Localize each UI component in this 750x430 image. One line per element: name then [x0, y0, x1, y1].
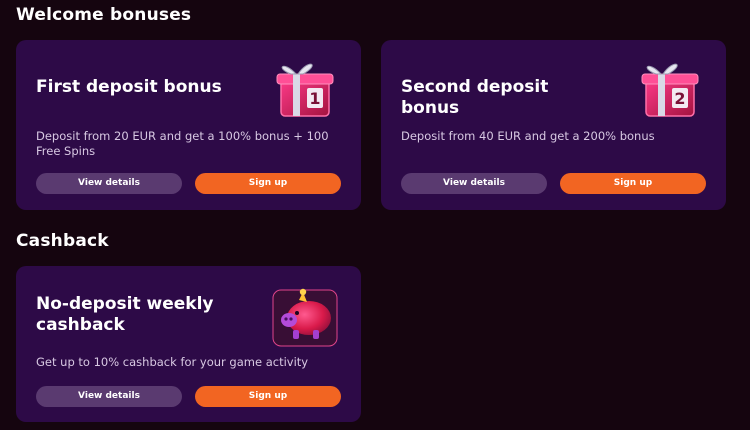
sign-up-button[interactable]: Sign up — [195, 173, 341, 194]
card-title: No-deposit weekly cashback — [36, 294, 214, 335]
card-description: Get up to 10% cashback for your game act… — [36, 355, 309, 369]
second-deposit-bonus-card: Second deposit bonus 2 Deposit from 40 E… — [381, 40, 726, 210]
bonuses-page: Welcome bonuses First deposit bonus 1 De… — [0, 0, 750, 430]
piggy-bank-icon — [269, 284, 341, 350]
svg-text:1: 1 — [309, 89, 320, 108]
gift-box-2-icon: 2 — [634, 56, 706, 122]
welcome-bonuses-heading: Welcome bonuses — [16, 5, 192, 25]
first-deposit-bonus-card: First deposit bonus 1 Deposit from 20 EU… — [16, 40, 361, 210]
card-title: First deposit bonus — [36, 77, 222, 97]
card-description: Deposit from 20 EUR and get a 100% bonus… — [36, 129, 329, 158]
card-title: Second deposit bonus — [401, 77, 549, 118]
sign-up-button[interactable]: Sign up — [560, 173, 706, 194]
gift-box-1-icon: 1 — [269, 56, 341, 122]
weekly-cashback-card: No-deposit weekly cashback Get up to 10%… — [16, 266, 361, 422]
cashback-heading: Cashback — [16, 231, 109, 251]
view-details-button[interactable]: View details — [401, 173, 547, 194]
card-description: Deposit from 40 EUR and get a 200% bonus — [401, 129, 655, 143]
view-details-button[interactable]: View details — [36, 173, 182, 194]
view-details-button[interactable]: View details — [36, 386, 182, 407]
svg-text:2: 2 — [674, 89, 685, 108]
sign-up-button[interactable]: Sign up — [195, 386, 341, 407]
